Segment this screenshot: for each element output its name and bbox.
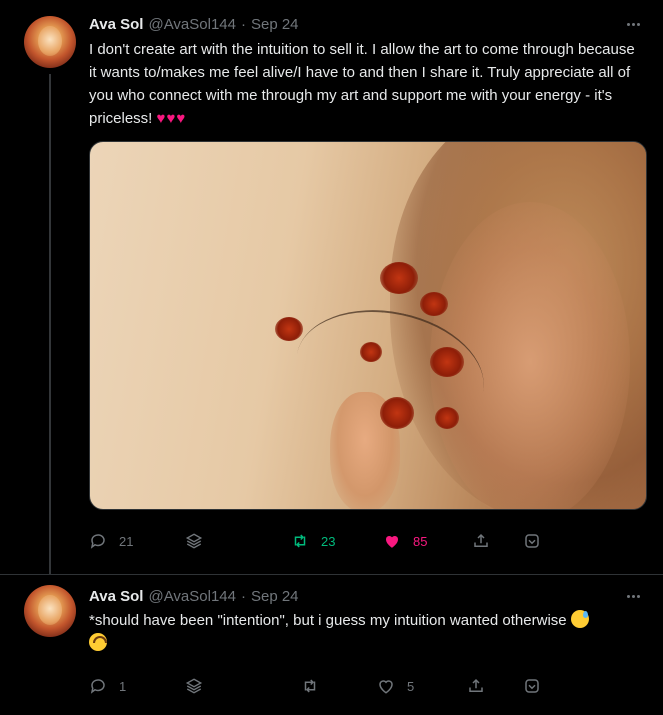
author-handle[interactable]: @AvaSol144 [148,16,236,33]
reply-icon [90,534,105,549]
tweet-photo[interactable] [89,141,647,510]
share-icon [474,533,488,547]
reply-button[interactable]: 1 [89,675,126,697]
tweet-actions: 1 5 [89,675,569,697]
tweet-date[interactable]: Sep 24 [251,588,299,605]
heart-emojis: ♥♥♥ [156,110,187,127]
retweet-count: 23 [321,533,336,549]
tweet-actions: 21 23 85 [89,530,569,552]
more-icon[interactable] [623,586,643,606]
share-icon [469,678,483,692]
thread-line [49,74,51,575]
share-button[interactable] [472,530,490,552]
tweet[interactable]: Ava Sol @AvaSol144 · Sep 24 *should have… [0,575,663,715]
author-name[interactable]: Ava Sol [89,588,143,605]
like-count: 5 [407,678,415,694]
bookmark-icon [525,534,539,548]
tweet-text: *should have been "intention", but i gue… [89,609,645,655]
retweet-icon [294,534,306,548]
author-handle[interactable]: @AvaSol144 [148,588,236,605]
reply-count: 21 [119,533,134,549]
avatar[interactable] [24,16,76,68]
bookmark-button[interactable] [523,675,541,697]
reply-count: 1 [119,678,127,694]
tweet-header: Ava Sol @AvaSol144 · Sep 24 [89,14,299,34]
separator-dot: · [240,15,246,33]
bookmark-icon [525,679,539,693]
bookmark-button[interactable] [523,530,541,552]
upside-down-emoji [89,633,107,651]
reply-button[interactable]: 21 [89,530,133,552]
like-count: 85 [413,533,428,549]
retweet-button[interactable]: 23 [291,530,335,552]
like-button[interactable]: 5 [377,675,414,697]
sweat-smile-emoji [570,610,589,628]
stack-icon [185,533,203,549]
stack-button[interactable] [185,530,203,552]
like-button[interactable]: 85 [383,530,427,552]
avatar[interactable] [24,585,76,637]
tweet-body: *should have been "intention", but i gue… [89,612,567,629]
tweet[interactable]: Ava Sol @AvaSol144 · Sep 24 I don't crea… [0,0,663,575]
tweet-header: Ava Sol @AvaSol144 · Sep 24 [89,586,299,606]
like-icon [379,680,393,694]
tweet-date[interactable]: Sep 24 [251,16,299,33]
separator-dot: · [240,587,246,605]
like-icon [386,535,398,548]
retweet-button[interactable] [301,675,319,697]
stack-icon [185,678,203,694]
more-icon[interactable] [623,14,643,34]
stack-button[interactable] [185,675,203,697]
author-name[interactable]: Ava Sol [89,16,143,33]
tweet-text: I don't create art with the intuition to… [89,38,645,130]
retweet-icon [304,679,316,693]
reply-icon [90,679,105,694]
share-button[interactable] [467,675,485,697]
